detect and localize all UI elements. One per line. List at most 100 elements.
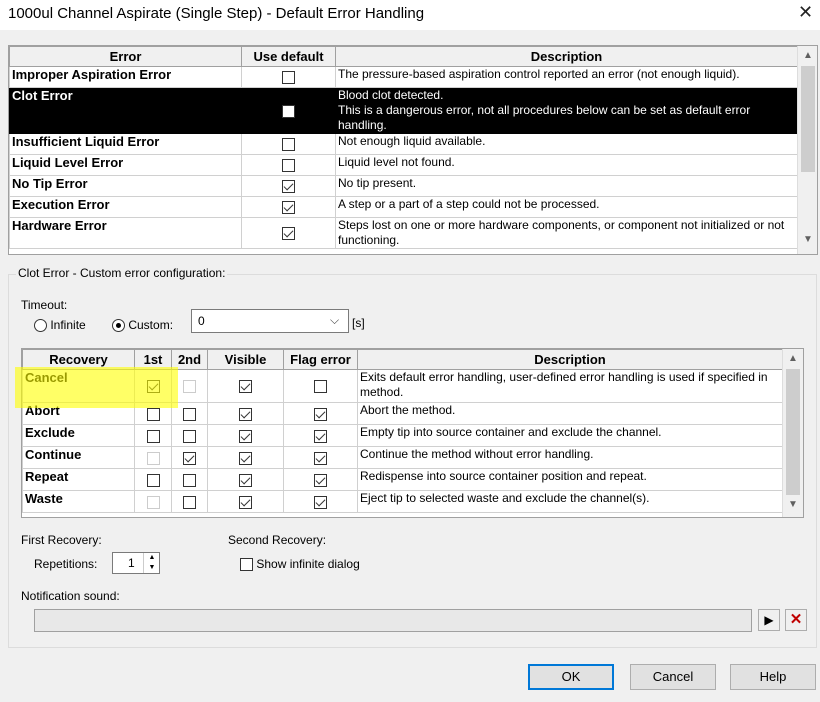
visible-cell[interactable]: [207, 424, 284, 447]
checkbox-icon[interactable]: [282, 201, 295, 215]
checkbox-icon[interactable]: [314, 473, 327, 487]
checkbox-icon[interactable]: [183, 429, 196, 443]
use-default-cell[interactable]: [241, 133, 336, 155]
checkbox-icon[interactable]: [146, 473, 160, 487]
visible-cell[interactable]: [207, 369, 284, 403]
checkbox-icon[interactable]: [146, 380, 160, 394]
checkbox-icon[interactable]: [183, 407, 196, 421]
column-header-recovery-description[interactable]: Description: [357, 349, 783, 370]
second-recovery-cell[interactable]: [171, 424, 208, 447]
show-infinite-checkbox-box[interactable]: [240, 558, 253, 572]
checkbox-icon[interactable]: [239, 495, 252, 509]
visible-cell[interactable]: [207, 446, 284, 469]
scroll-up-icon[interactable]: ▲: [785, 353, 801, 364]
infinite-radio[interactable]: Infinite: [34, 318, 86, 333]
flag-error-cell[interactable]: [283, 369, 358, 403]
checkbox-icon[interactable]: [239, 451, 252, 465]
notification-field[interactable]: [34, 609, 752, 632]
second-recovery-cell[interactable]: [171, 402, 208, 425]
timeout-combobox[interactable]: 0 ⌵: [191, 309, 349, 333]
checkbox-icon[interactable]: [314, 407, 327, 421]
error-row[interactable]: Improper Aspiration Error The pressure-ba…: [9, 66, 798, 88]
infinite-radio-icon[interactable]: [34, 319, 47, 333]
first-recovery-cell[interactable]: [134, 424, 172, 447]
use-default-cell[interactable]: [241, 217, 336, 249]
scrollbar-thumb[interactable]: [801, 66, 815, 172]
recovery-row[interactable]: Cancel Exits default error handling, user…: [22, 369, 783, 403]
ok-button[interactable]: OK: [528, 664, 614, 690]
custom-radio-icon[interactable]: [112, 319, 125, 333]
chevron-down-icon[interactable]: ⌵: [330, 313, 339, 328]
scroll-down-icon[interactable]: ▼: [785, 499, 801, 510]
checkbox-icon[interactable]: [239, 429, 252, 443]
custom-radio[interactable]: Custom:: [112, 318, 173, 333]
checkbox-icon[interactable]: [239, 380, 252, 394]
checkbox-icon[interactable]: [282, 104, 295, 118]
use-default-cell[interactable]: [241, 175, 336, 197]
repetitions-value[interactable]: 1: [128, 556, 135, 570]
error-row[interactable]: Execution Error A step or a part of a ste…: [9, 196, 798, 218]
use-default-cell[interactable]: [241, 66, 336, 88]
clear-sound-button[interactable]: ✕: [785, 609, 807, 631]
checkbox-icon[interactable]: [282, 227, 295, 241]
play-sound-button[interactable]: ▶: [758, 609, 780, 631]
first-recovery-cell[interactable]: [134, 468, 172, 491]
second-recovery-cell[interactable]: [171, 490, 208, 513]
checkbox-icon[interactable]: [239, 473, 252, 487]
column-header-use-default[interactable]: Use default: [241, 46, 336, 67]
show-infinite-checkbox[interactable]: Show infinite dialog: [240, 557, 360, 572]
second-recovery-cell[interactable]: [171, 468, 208, 491]
use-default-cell[interactable]: [241, 196, 336, 218]
flag-error-cell[interactable]: [283, 402, 358, 425]
spin-down-icon[interactable]: ▼: [143, 563, 160, 573]
column-header-description[interactable]: Description: [335, 46, 798, 67]
visible-cell[interactable]: [207, 402, 284, 425]
checkbox-icon[interactable]: [314, 429, 327, 443]
checkbox-icon[interactable]: [183, 451, 196, 465]
checkbox-icon[interactable]: [183, 473, 196, 487]
flag-error-cell[interactable]: [283, 468, 358, 491]
recovery-row[interactable]: Continue Continue the method without erro…: [22, 446, 783, 469]
recovery-row[interactable]: Repeat Redispense into source container p…: [22, 468, 783, 491]
scrollbar-thumb[interactable]: [786, 369, 800, 495]
recovery-row[interactable]: Abort Abort the method.: [22, 402, 783, 425]
checkbox-icon[interactable]: [314, 451, 327, 465]
checkbox-icon[interactable]: [282, 71, 295, 85]
second-recovery-cell[interactable]: [171, 446, 208, 469]
checkbox-icon[interactable]: [282, 138, 295, 152]
checkbox-icon[interactable]: [239, 407, 252, 421]
flag-error-cell[interactable]: [283, 446, 358, 469]
checkbox-icon[interactable]: [282, 159, 295, 173]
first-recovery-cell[interactable]: [134, 369, 172, 403]
column-header-recovery[interactable]: Recovery: [22, 349, 135, 370]
close-icon[interactable]: ✕: [798, 2, 813, 23]
error-row[interactable]: Clot Error Blood clot detected. This is a…: [9, 87, 798, 134]
checkbox-icon[interactable]: [314, 380, 327, 394]
flag-error-cell[interactable]: [283, 424, 358, 447]
flag-error-cell[interactable]: [283, 490, 358, 513]
error-row[interactable]: Liquid Level Error Liquid level not found…: [9, 154, 798, 176]
cancel-button[interactable]: Cancel: [630, 664, 716, 690]
use-default-cell[interactable]: [241, 87, 336, 134]
error-row[interactable]: Hardware Error Steps lost on one or more …: [9, 217, 798, 249]
repetitions-spinner[interactable]: 1 ▲ ▼: [112, 552, 160, 574]
column-header-first[interactable]: 1st: [134, 349, 172, 370]
checkbox-icon[interactable]: [183, 495, 196, 509]
visible-cell[interactable]: [207, 490, 284, 513]
column-header-second[interactable]: 2nd: [171, 349, 208, 370]
recovery-row[interactable]: Exclude Empty tip into source container a…: [22, 424, 783, 447]
recovery-table-scrollbar[interactable]: ▲ ▼: [782, 349, 803, 517]
checkbox-icon[interactable]: [282, 180, 295, 194]
visible-cell[interactable]: [207, 468, 284, 491]
column-header-flag-error[interactable]: Flag error: [283, 349, 358, 370]
scroll-up-icon[interactable]: ▲: [800, 50, 816, 61]
first-recovery-cell[interactable]: [134, 402, 172, 425]
column-header-visible[interactable]: Visible: [207, 349, 284, 370]
spin-up-icon[interactable]: ▲: [143, 553, 160, 563]
error-row[interactable]: Insufficient Liquid Error Not enough liqu…: [9, 133, 798, 155]
checkbox-icon[interactable]: [314, 495, 327, 509]
use-default-cell[interactable]: [241, 154, 336, 176]
checkbox-icon[interactable]: [146, 407, 160, 421]
error-table-scrollbar[interactable]: ▲ ▼: [797, 46, 817, 254]
scroll-down-icon[interactable]: ▼: [800, 234, 816, 245]
